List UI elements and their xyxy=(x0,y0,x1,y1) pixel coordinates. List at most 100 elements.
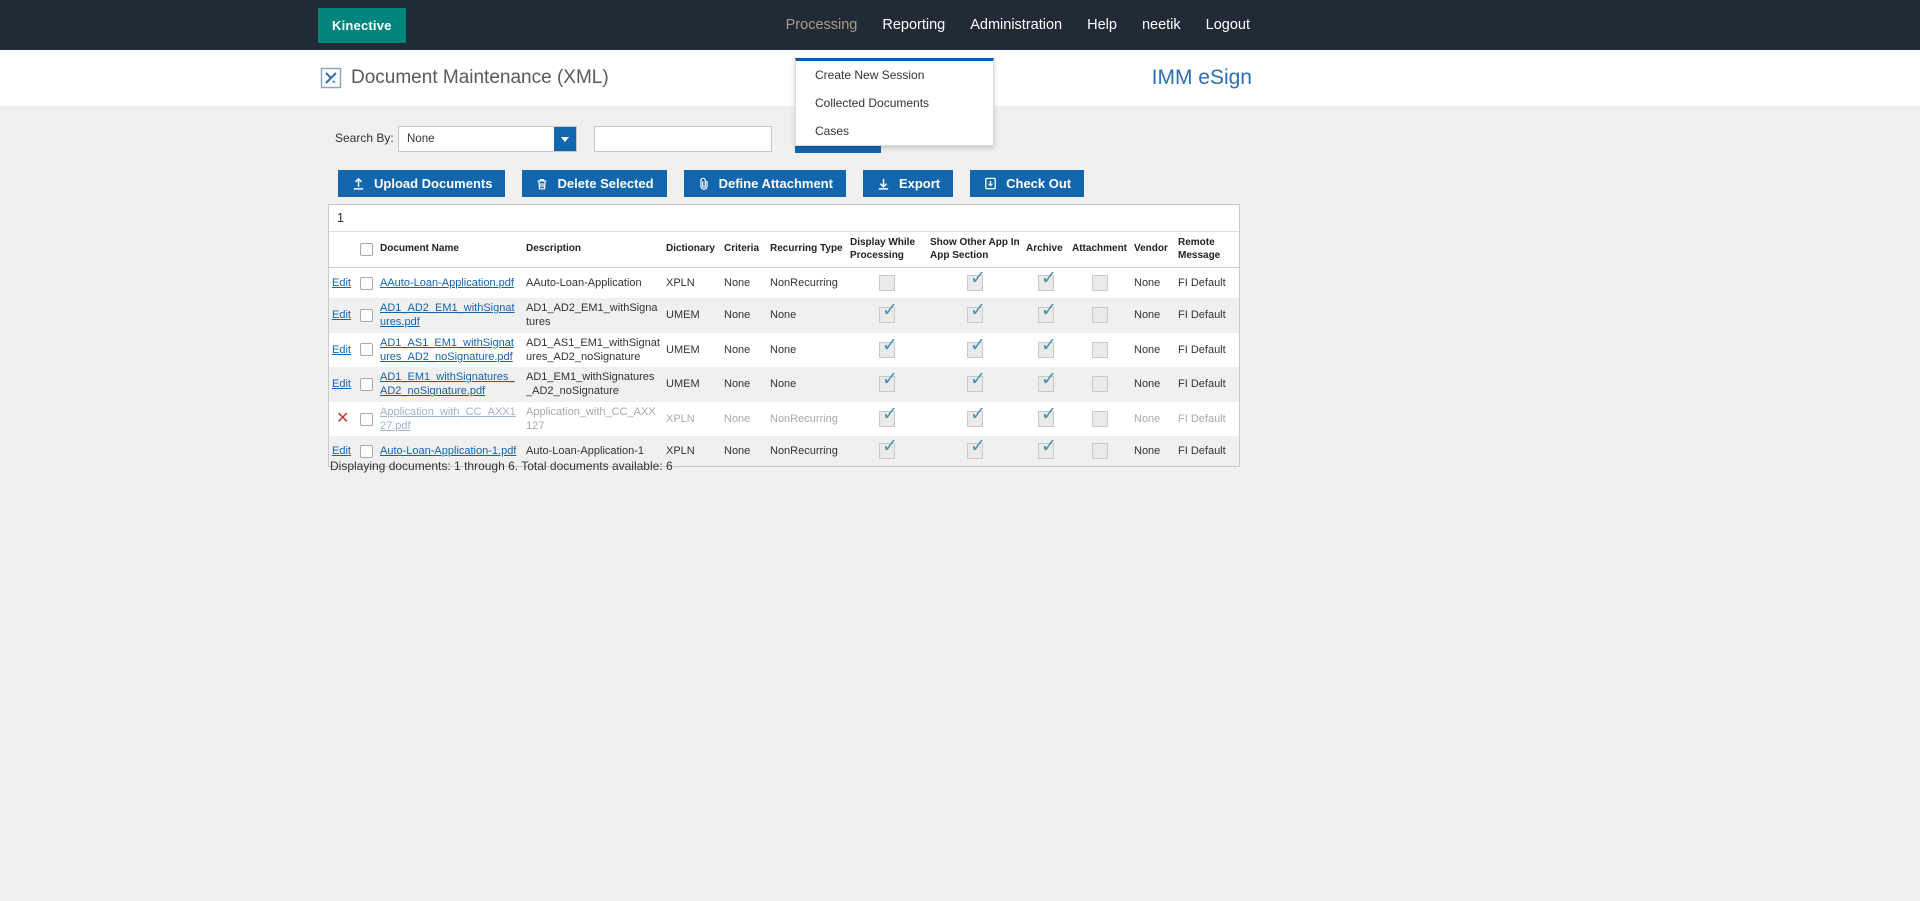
action-column-spacer xyxy=(329,247,355,253)
attachment-cell xyxy=(1069,408,1131,430)
row-checkbox-cell xyxy=(355,274,377,293)
checkout-icon xyxy=(983,176,998,191)
edit-link[interactable]: Edit xyxy=(332,378,351,390)
dictionary-cell: UMEM xyxy=(663,374,721,394)
nav-item-help[interactable]: Help xyxy=(1087,17,1117,33)
edit-link[interactable]: Edit xyxy=(332,344,351,356)
display-while-processing-flag xyxy=(879,307,895,323)
remote-message-cell: FI Default xyxy=(1175,374,1241,394)
criteria-cell: None xyxy=(721,409,767,429)
check-out-button[interactable]: Check Out xyxy=(970,170,1084,197)
document-name-link[interactable]: AD1_AS1_EM1_withSignatures_AD2_noSignatu… xyxy=(380,337,514,363)
column-header-show-other-app-in-app-section: Show Other App In App Section xyxy=(927,234,1023,265)
document-name-link[interactable]: AD1_AD2_EM1_withSignatures.pdf xyxy=(380,302,515,328)
row-checkbox-cell xyxy=(355,375,377,394)
column-header-document-name: Document Name xyxy=(377,240,523,259)
show-other-app-flag xyxy=(967,411,983,427)
archive-cell xyxy=(1023,440,1069,462)
nav-links: Processing Reporting Administration Help nee… xyxy=(786,17,1250,33)
vendor-cell: None xyxy=(1131,441,1175,461)
description-cell: AD1_EM1_withSignatures_AD2_noSignature xyxy=(523,367,663,402)
paperclip-icon xyxy=(697,177,711,191)
column-header-attachment: Attachment xyxy=(1069,240,1131,259)
search-input[interactable] xyxy=(594,126,772,152)
download-icon xyxy=(876,176,891,191)
table-row: Edit AD1_EM1_withSignatures_AD2_noSignat… xyxy=(329,367,1239,402)
archive-cell xyxy=(1023,272,1069,294)
edit-link[interactable]: Edit xyxy=(332,445,351,457)
document-name-cell: AAuto-Loan-Application.pdf xyxy=(377,273,523,293)
attachment-flag xyxy=(1092,443,1108,459)
nav-item-processing[interactable]: Processing xyxy=(786,17,858,33)
archive-cell xyxy=(1023,304,1069,326)
display-while-processing-flag xyxy=(879,275,895,291)
archive-cell xyxy=(1023,408,1069,430)
app-window: Kinective Processing Reporting Administrat… xyxy=(0,0,1920,901)
nav-item-reporting[interactable]: Reporting xyxy=(882,17,945,33)
document-name-link[interactable]: AAuto-Loan-Application.pdf xyxy=(380,277,514,289)
show-other-app-flag xyxy=(967,376,983,392)
document-name-link[interactable]: AD1_EM1_withSignatures_AD2_noSignature.p… xyxy=(380,371,515,397)
row-checkbox[interactable] xyxy=(360,309,373,322)
column-header-recurring-type: Recurring Type xyxy=(767,240,847,259)
upload-icon xyxy=(351,176,366,191)
search-by-label: Search By: xyxy=(335,131,394,145)
document-name-cell: AD1_EM1_withSignatures_AD2_noSignature.p… xyxy=(377,367,523,402)
document-name-cell: Application_with_CC_AXX127.pdf xyxy=(377,402,523,437)
show-other-app-flag xyxy=(967,342,983,358)
vendor-cell: None xyxy=(1131,273,1175,293)
nav-item-logout[interactable]: Logout xyxy=(1206,17,1250,33)
display-while-processing-cell xyxy=(847,272,927,294)
trash-icon xyxy=(535,177,549,191)
delete-selected-button[interactable]: Delete Selected xyxy=(522,170,666,197)
document-name-link[interactable]: Application_with_CC_AXX127.pdf xyxy=(380,406,516,432)
upload-documents-button[interactable]: Upload Documents xyxy=(338,170,505,197)
search-by-select[interactable]: None xyxy=(398,126,577,152)
show-other-app-flag xyxy=(967,443,983,459)
define-attachment-button[interactable]: Define Attachment xyxy=(684,170,846,197)
table-row: Edit AAuto-Loan-Application.pdf AAuto-Lo… xyxy=(329,268,1239,298)
column-header-criteria: Criteria xyxy=(721,240,767,259)
row-checkbox[interactable] xyxy=(360,378,373,391)
top-nav: Kinective Processing Reporting Administrat… xyxy=(0,0,1920,50)
table-row: Edit AD1_AS1_EM1_withSignatures_AD2_noSi… xyxy=(329,333,1239,368)
edit-link[interactable]: Edit xyxy=(332,277,351,289)
table-body: Edit AAuto-Loan-Application.pdf AAuto-Lo… xyxy=(329,268,1239,466)
export-button[interactable]: Export xyxy=(863,170,953,197)
row-action-cell: Edit xyxy=(329,305,355,325)
select-all-checkbox[interactable] xyxy=(360,243,373,256)
document-name-cell: AD1_AS1_EM1_withSignatures_AD2_noSignatu… xyxy=(377,333,523,368)
row-checkbox[interactable] xyxy=(360,343,373,356)
row-checkbox[interactable] xyxy=(360,445,373,458)
description-cell: AAuto-Loan-Application xyxy=(523,273,663,293)
menu-item-cases[interactable]: Cases xyxy=(796,117,993,145)
attachment-flag xyxy=(1092,307,1108,323)
dictionary-cell: XPLN xyxy=(663,409,721,429)
document-name-link[interactable]: Auto-Loan-Application-1.pdf xyxy=(380,445,516,457)
menu-item-create-new-session[interactable]: Create New Session xyxy=(796,61,993,89)
row-checkbox[interactable] xyxy=(360,413,373,426)
row-action-cell: ✕ xyxy=(329,408,355,430)
menu-item-collected-documents[interactable]: Collected Documents xyxy=(796,89,993,117)
vendor-cell: None xyxy=(1131,340,1175,360)
remote-message-cell: FI Default xyxy=(1175,409,1241,429)
kinective-logo[interactable]: Kinective xyxy=(318,8,406,43)
show-other-app-cell xyxy=(927,408,1023,430)
row-checkbox-cell xyxy=(355,340,377,359)
vendor-cell: None xyxy=(1131,305,1175,325)
processing-menu: Create New SessionCollected DocumentsCas… xyxy=(795,58,994,146)
criteria-cell: None xyxy=(721,340,767,360)
recurring-type-cell: NonRecurring xyxy=(767,441,847,461)
nav-item-administration[interactable]: Administration xyxy=(970,17,1062,33)
row-checkbox[interactable] xyxy=(360,277,373,290)
column-header-description: Description xyxy=(523,240,663,259)
attachment-flag xyxy=(1092,275,1108,291)
removed-x-icon: ✕ xyxy=(332,410,349,427)
archive-cell xyxy=(1023,373,1069,395)
criteria-cell: None xyxy=(721,441,767,461)
esign-document-icon xyxy=(320,67,342,89)
archive-flag xyxy=(1038,307,1054,323)
attachment-flag xyxy=(1092,342,1108,358)
edit-link[interactable]: Edit xyxy=(332,309,351,321)
nav-item-neetik[interactable]: neetik xyxy=(1142,17,1181,33)
